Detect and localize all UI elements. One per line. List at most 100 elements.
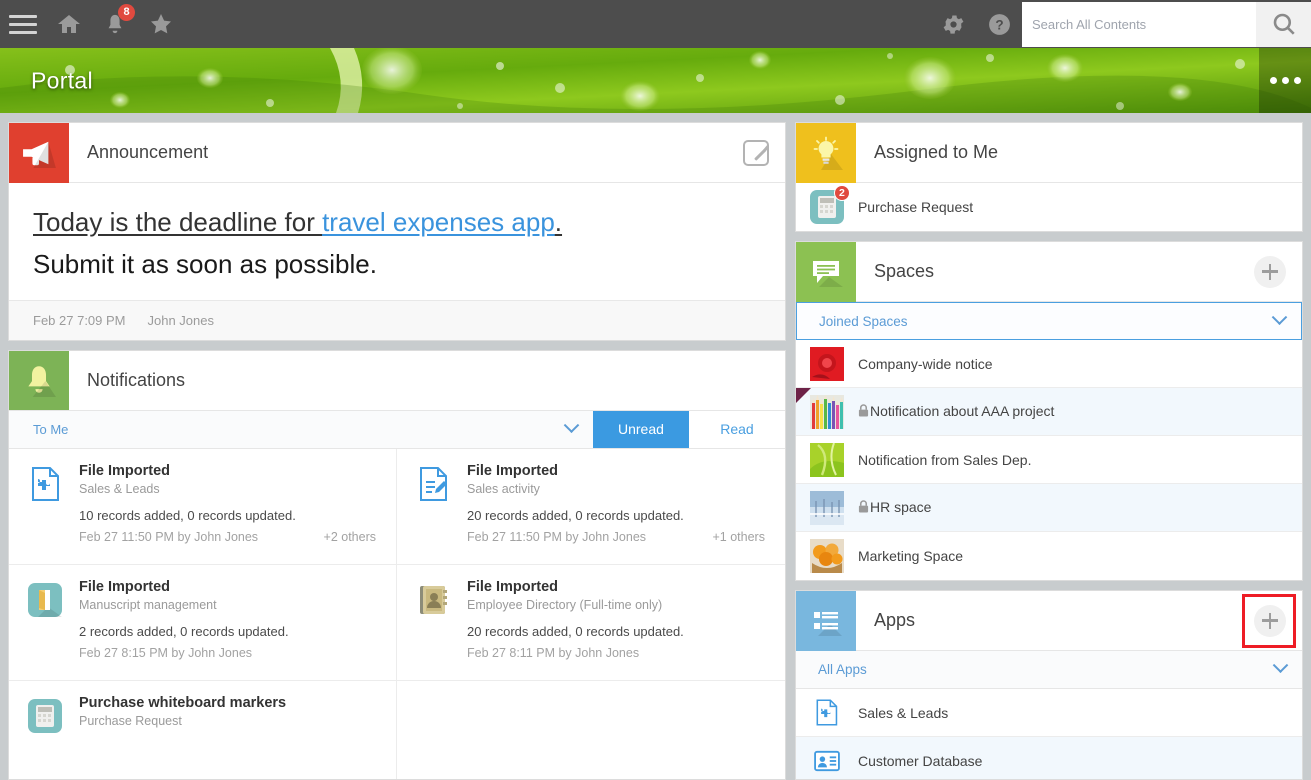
notification-subtitle: Employee Directory (Full-time only) xyxy=(466,597,663,612)
pencils-thumb xyxy=(809,394,844,429)
add-app-button[interactable] xyxy=(1254,604,1286,637)
notification-item[interactable]: File Imported Manuscript management 2 re… xyxy=(9,564,397,681)
announcement-author: John Jones xyxy=(147,312,215,328)
book-folder-icon xyxy=(25,579,65,668)
megaphone-icon xyxy=(9,122,69,183)
notification-description: 2 records added, 0 records updated. xyxy=(79,623,289,639)
winter-scene-thumb xyxy=(809,490,844,525)
search-icon xyxy=(1273,13,1295,35)
page-banner: Portal xyxy=(0,48,1311,113)
hamburger-icon xyxy=(9,10,37,39)
announcement-headline-prefix: Today is the deadline for xyxy=(33,207,323,237)
space-item-aaa-project[interactable]: Notification about AAA project xyxy=(795,388,1302,436)
svg-text:?: ? xyxy=(995,17,1003,32)
notification-title: File Imported xyxy=(466,462,559,479)
space-item-marketing-space[interactable]: Marketing Space xyxy=(796,532,1302,580)
search-button[interactable] xyxy=(1256,1,1311,47)
right-column: Assigned to Me 2 Purchase Request Spaces… xyxy=(794,122,1303,780)
home-button[interactable] xyxy=(46,0,92,48)
notification-timestamp: Feb 27 11:50 PM by John Jones xyxy=(79,529,259,544)
notification-item[interactable]: File Imported Sales & Leads 10 records a… xyxy=(9,448,397,565)
app-item-label: Sales & Leads xyxy=(857,704,949,721)
more-dots-icon xyxy=(1269,77,1277,84)
space-item-label: Company-wide notice xyxy=(857,355,993,372)
spaces-filter-dropdown[interactable]: Joined Spaces xyxy=(795,302,1302,340)
app-item-sales-leads[interactable]: Sales & Leads xyxy=(795,689,1302,737)
file-edit-icon xyxy=(413,463,453,552)
apps-filter-dropdown[interactable]: All Apps xyxy=(795,651,1302,689)
notification-body: Purchase whiteboard markers Purchase Req… xyxy=(79,695,380,779)
add-space-button[interactable] xyxy=(1254,255,1286,288)
notification-body: File Imported Manuscript management 2 re… xyxy=(79,579,380,668)
notification-timestamp: Feb 27 8:15 PM by John Jones xyxy=(79,645,253,660)
search-input[interactable] xyxy=(1022,1,1256,47)
topbar-right-group: ? xyxy=(930,0,1311,48)
space-item-label-group: HR space xyxy=(858,499,931,516)
announcement-subline: Submit it as soon as possible. xyxy=(33,249,377,280)
favorites-button[interactable] xyxy=(138,0,184,48)
notification-subtitle: Manuscript management xyxy=(79,597,217,612)
page-title: Portal xyxy=(31,67,93,93)
space-item-hr-space[interactable]: HR space xyxy=(795,484,1302,532)
notification-timestamp: Feb 27 8:11 PM by John Jones xyxy=(466,645,640,660)
apps-header: Apps xyxy=(795,591,1302,651)
notifications-tabs: Unread Read xyxy=(592,410,785,448)
announcement-body: Today is the deadline for travel expense… xyxy=(9,183,785,300)
green-leaf-thumb xyxy=(809,442,844,477)
apps-filter-label: All Apps xyxy=(817,662,867,677)
tab-unread[interactable]: Unread xyxy=(592,410,689,448)
notification-meta: Feb 27 8:11 PM by John Jones xyxy=(467,646,769,660)
notification-item[interactable]: Purchase whiteboard markers Purchase Req… xyxy=(9,680,397,779)
lock-icon xyxy=(858,500,869,516)
notifications-list: File Imported Sales & Leads 10 records a… xyxy=(9,448,785,779)
hamburger-menu-button[interactable] xyxy=(0,0,46,48)
edit-pencil-icon xyxy=(742,139,769,166)
notifications-filter-bar: To Me Unread Read xyxy=(9,410,785,449)
banner-more-button[interactable] xyxy=(1259,48,1311,113)
announcement-footer: Feb 27 7:09 PM John Jones xyxy=(9,299,785,340)
spaces-header: Spaces xyxy=(795,241,1302,302)
app-item-customer-database[interactable]: Customer Database xyxy=(795,737,1302,779)
notifications-header: Notifications xyxy=(9,350,785,411)
assigned-item-purchase-request[interactable]: 2 Purchase Request xyxy=(796,183,1302,231)
space-item-company-wide-notice[interactable]: Company-wide notice xyxy=(795,340,1302,388)
notification-item[interactable]: File Imported Sales activity 20 records … xyxy=(396,449,785,565)
announcement-title: Announcement xyxy=(87,142,209,162)
notification-timestamp: Feb 27 11:50 PM by John Jones xyxy=(466,529,647,544)
home-icon xyxy=(58,15,80,33)
notification-others: +1 others xyxy=(712,529,765,544)
announcement-header: Announcement xyxy=(9,122,785,183)
notification-item[interactable]: File Imported Employee Directory (Full-t… xyxy=(396,565,785,681)
notifications-panel: Notifications To Me Unread Read File Imp… xyxy=(8,349,786,780)
chevron-down-icon xyxy=(1271,308,1288,325)
red-flower-thumb xyxy=(809,346,844,381)
travel-expenses-app-link[interactable]: travel expenses app xyxy=(322,207,555,237)
help-icon: ? xyxy=(988,13,1010,35)
app-item-label: Customer Database xyxy=(857,753,983,769)
notification-title: File Imported xyxy=(466,578,559,595)
tab-read[interactable]: Read xyxy=(688,410,785,448)
space-item-sales-dep[interactable]: Notification from Sales Dep. xyxy=(795,436,1302,484)
space-item-label: Marketing Space xyxy=(857,548,964,564)
announcement-timestamp: Feb 27 7:09 PM xyxy=(33,312,126,328)
assigned-header: Assigned to Me xyxy=(795,122,1302,183)
calculator-icon: 2 xyxy=(809,185,850,224)
notification-description: 20 records added, 0 records updated. xyxy=(466,623,684,639)
bell-icon xyxy=(9,350,69,411)
notifications-button[interactable]: 8 xyxy=(92,0,138,48)
announcement-headline: Today is the deadline for travel expense… xyxy=(33,205,765,240)
help-button[interactable]: ? xyxy=(976,0,1022,48)
spaces-title: Spaces xyxy=(873,261,935,281)
file-puzzle-icon xyxy=(810,696,844,730)
assigned-to-me-panel: Assigned to Me 2 Purchase Request xyxy=(794,122,1303,232)
notifications-scope-dropdown[interactable]: To Me xyxy=(9,411,593,448)
notification-body: File Imported Employee Directory (Full-t… xyxy=(467,579,769,668)
oranges-thumb xyxy=(809,539,844,573)
announcement-edit-button[interactable] xyxy=(742,139,769,166)
space-item-label: Notification from Sales Dep. xyxy=(857,451,1032,468)
settings-button[interactable] xyxy=(930,0,976,48)
announcement-panel: Announcement Today is the deadline for t… xyxy=(8,122,786,341)
top-navigation-bar: 8 ? xyxy=(0,0,1311,48)
assigned-title: Assigned to Me xyxy=(873,142,999,162)
file-puzzle-icon xyxy=(25,463,65,552)
